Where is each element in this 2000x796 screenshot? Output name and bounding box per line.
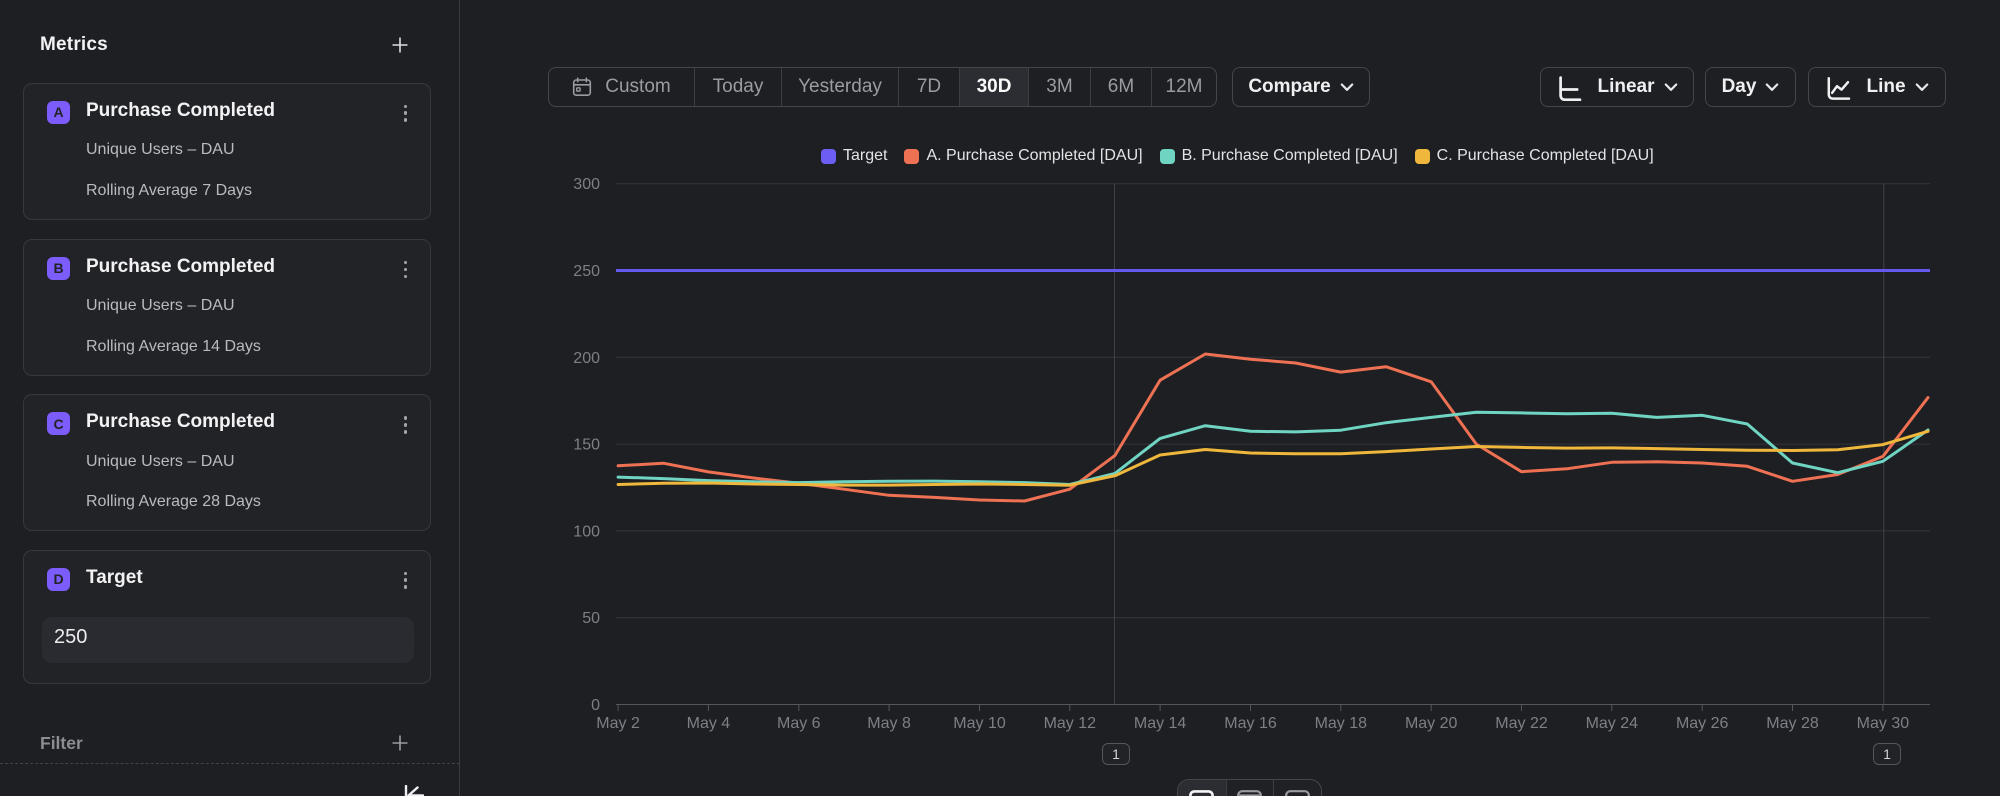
svg-text:May 10: May 10 (953, 715, 1006, 732)
svg-text:May 26: May 26 (1676, 715, 1729, 732)
svg-text:May 22: May 22 (1495, 715, 1548, 732)
svg-text:May 8: May 8 (867, 715, 911, 732)
svg-text:250: 250 (573, 263, 600, 280)
svg-text:May 24: May 24 (1586, 715, 1639, 732)
svg-text:May 28: May 28 (1766, 715, 1819, 732)
svg-text:May 14: May 14 (1134, 715, 1187, 732)
svg-text:May 16: May 16 (1224, 715, 1277, 732)
svg-text:150: 150 (573, 437, 600, 454)
svg-text:May 6: May 6 (777, 715, 821, 732)
svg-text:May 30: May 30 (1857, 715, 1910, 732)
svg-text:200: 200 (573, 350, 600, 367)
svg-text:0: 0 (591, 697, 600, 714)
svg-text:May 12: May 12 (1044, 715, 1097, 732)
svg-text:May 4: May 4 (687, 715, 731, 732)
svg-text:100: 100 (573, 523, 600, 540)
svg-text:50: 50 (582, 610, 600, 627)
svg-text:May 2: May 2 (596, 715, 640, 732)
svg-text:300: 300 (573, 176, 600, 193)
svg-text:May 20: May 20 (1405, 715, 1458, 732)
svg-text:May 18: May 18 (1315, 715, 1368, 732)
